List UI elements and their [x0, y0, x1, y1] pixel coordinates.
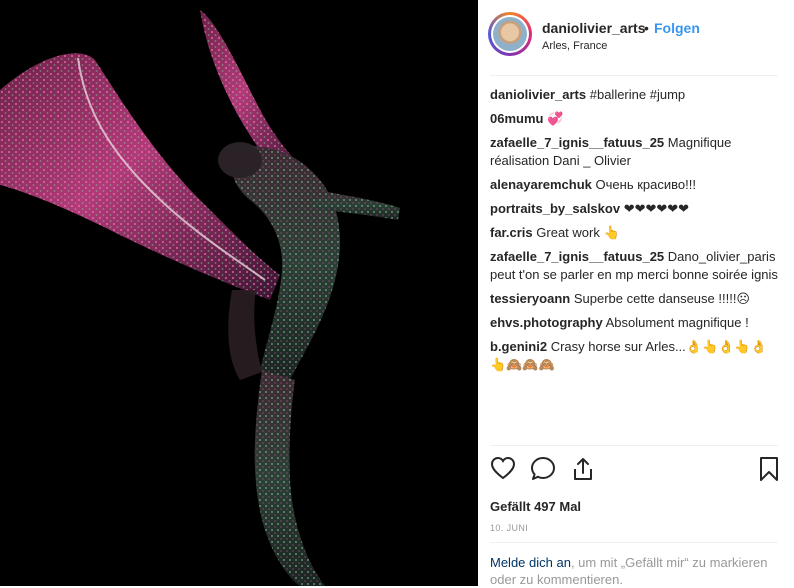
comment-user[interactable]: 06mumu [490, 111, 543, 126]
dancer-image [0, 0, 478, 586]
comment-user[interactable]: b.genini2 [490, 339, 547, 354]
comment-item: zafaelle_7_ignis__fatuus_25 Magnifique r… [490, 134, 782, 170]
login-prompt: Melde dich an, um mit „Gefällt mir“ zu m… [490, 554, 780, 588]
separator-dot: • [644, 20, 649, 36]
comment-text: Great work 👆 [536, 225, 620, 240]
comment-item: tessieryoann Superbe cette danseuse !!!!… [490, 290, 782, 308]
comment-text: Очень красиво!!! [595, 177, 696, 192]
post-date[interactable]: 10. JUNI [490, 523, 528, 533]
comment-user[interactable]: far.cris [490, 225, 533, 240]
share-icon[interactable] [570, 456, 596, 482]
comment-user[interactable]: tessieryoann [490, 291, 570, 306]
comment-item: far.cris Great work 👆 [490, 224, 782, 242]
header-divider [490, 75, 778, 76]
post-photo[interactable] [0, 0, 478, 586]
comment-text: 💞 [547, 111, 564, 126]
login-link[interactable]: Melde dich an [490, 555, 571, 570]
comment-text: Superbe cette danseuse !!!!!☹ [573, 291, 750, 306]
comment-item: daniolivier_arts #ballerine #jump [490, 86, 782, 104]
login-divider [490, 542, 778, 543]
comment-text[interactable]: #ballerine #jump [590, 87, 685, 102]
action-bar [490, 456, 782, 482]
comment-item: zafaelle_7_ignis__fatuus_25 Dano_olivier… [490, 248, 782, 284]
comment-item: 06mumu 💞 [490, 110, 782, 128]
comment-item: b.genini2 Crasy horse sur Arles...👌👆👌👆👌👆… [490, 338, 782, 374]
author-username[interactable]: daniolivier_arts [542, 20, 646, 36]
comment-icon[interactable] [530, 456, 556, 482]
post-sidebar: daniolivier_arts • Folgen Arles, France … [478, 0, 794, 588]
comment-text: Absolument magnifique ! [605, 315, 749, 330]
avatar-image [493, 17, 527, 51]
comments-list: daniolivier_arts #ballerine #jump 06mumu… [490, 86, 782, 380]
comment-item: alenayaremchuk Очень красиво!!! [490, 176, 782, 194]
comment-user[interactable]: daniolivier_arts [490, 87, 586, 102]
avatar[interactable] [488, 12, 532, 56]
heart-icon[interactable] [490, 456, 516, 482]
post-header: daniolivier_arts • Folgen Arles, France [478, 0, 794, 76]
comment-user[interactable]: zafaelle_7_ignis__fatuus_25 [490, 249, 664, 264]
comment-item: portraits_by_salskov ❤❤❤❤❤❤ [490, 200, 782, 218]
comment-user[interactable]: alenayaremchuk [490, 177, 592, 192]
follow-button[interactable]: Folgen [654, 20, 700, 36]
bookmark-icon[interactable] [756, 456, 782, 482]
comment-user[interactable]: zafaelle_7_ignis__fatuus_25 [490, 135, 664, 150]
actions-divider [490, 445, 778, 446]
post-location[interactable]: Arles, France [542, 40, 607, 52]
comment-item: ehvs.photography Absolument magnifique ! [490, 314, 782, 332]
comment-text: ❤❤❤❤❤❤ [623, 201, 690, 216]
comment-user[interactable]: ehvs.photography [490, 315, 603, 330]
avatar-ring [491, 15, 529, 53]
likes-count[interactable]: Gefällt 497 Mal [490, 499, 581, 514]
comment-user[interactable]: portraits_by_salskov [490, 201, 620, 216]
